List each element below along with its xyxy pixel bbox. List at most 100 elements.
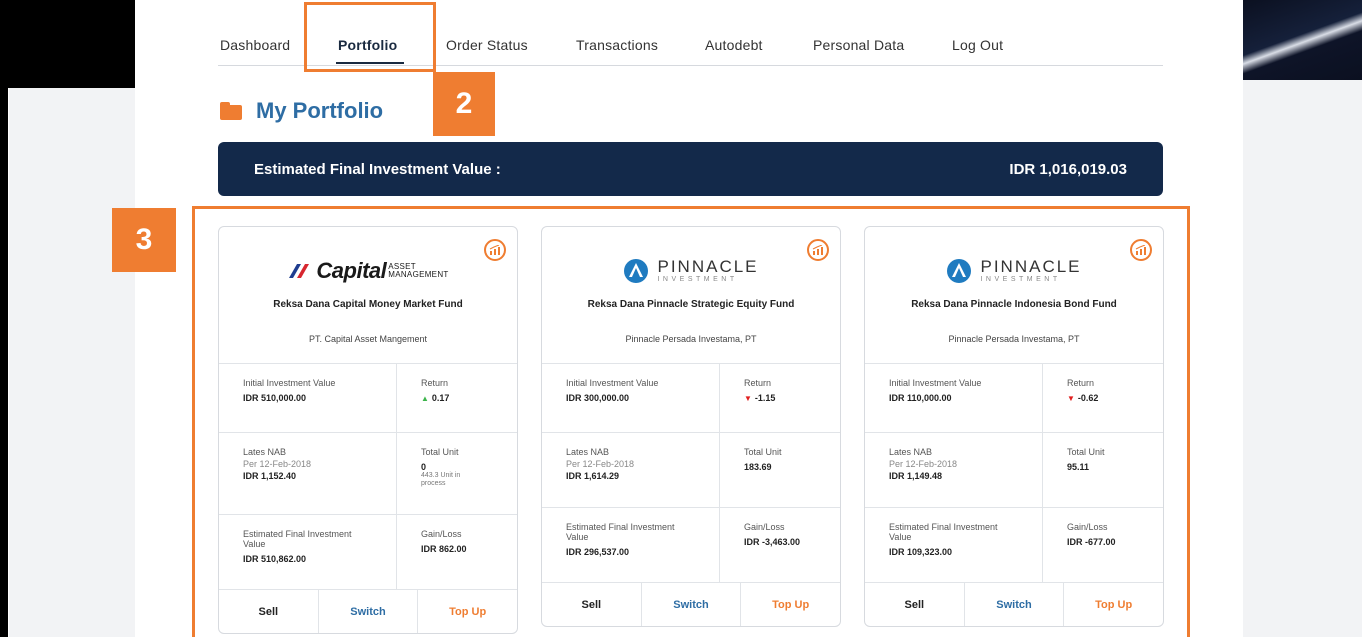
screen-frame-left <box>0 0 8 637</box>
gainloss-label: Gain/Loss <box>1067 522 1108 532</box>
gainloss-value: IDR -3,463.00 <box>744 537 801 547</box>
sell-button[interactable]: Sell <box>542 583 642 626</box>
return-value: -1.15 <box>754 393 776 403</box>
initial-label: Initial Investment Value <box>566 378 659 388</box>
page-background-right <box>1243 80 1362 637</box>
top-up-button[interactable]: Top Up <box>1064 583 1163 626</box>
folder-icon <box>220 102 242 120</box>
total-unit-value: 183.69 <box>744 462 772 472</box>
unit-in-process-note: 443.3 Unit in process <box>421 472 461 487</box>
switch-button[interactable]: Switch <box>319 590 419 633</box>
logo-word: Capital <box>316 258 387 283</box>
chart-icon[interactable] <box>1130 239 1152 261</box>
total-unit-label: Total Unit <box>744 447 782 457</box>
fund-manager: PT. Capital Asset Mangement <box>308 334 428 344</box>
total-unit-label: Total Unit <box>1067 447 1105 457</box>
page-background-left <box>9 88 135 637</box>
nab-date: Per 12-Feb-2018 <box>889 459 958 469</box>
gainloss-value: IDR 862.00 <box>421 544 467 554</box>
nav-autodebt[interactable]: Autodebt <box>705 37 763 53</box>
triangle-down-icon: ▼ <box>1067 394 1075 403</box>
page-header: My Portfolio <box>220 96 383 126</box>
fund-row-nab: Lates NAB Per 12-Feb-2018 IDR 1,152.40 T… <box>219 433 517 515</box>
nab-value: IDR 1,614.29 <box>566 471 620 481</box>
fund-row-estimated: Estimated Final Investment Value IDR 296… <box>542 508 840 583</box>
nab-label: Lates NAB <box>566 447 610 457</box>
fund-manager: Pinnacle Persada Investama, PT <box>625 334 757 344</box>
fund-card: PINNACLE INVESTMENT Reksa Dana Pinnacle … <box>541 226 841 627</box>
nav-transactions[interactable]: Transactions <box>576 37 658 53</box>
gainloss-label: Gain/Loss <box>744 522 785 532</box>
logo-sub-bottom: MANAGEMENT <box>388 270 449 279</box>
logo-word: PINNACLE <box>657 257 759 276</box>
fund-row-nab: Lates NAB Per 12-Feb-2018 IDR 1,149.48 T… <box>865 433 1163 508</box>
sell-button[interactable]: Sell <box>219 590 319 633</box>
logo-sub: INVESTMENT <box>980 276 1061 283</box>
nav-log-out[interactable]: Log Out <box>952 37 1003 53</box>
switch-button[interactable]: Switch <box>965 583 1065 626</box>
initial-value: IDR 110,000.00 <box>889 393 952 403</box>
fund-card-header: Capital ASSET MANAGEMENT Reksa Dana Capi… <box>219 227 517 364</box>
return-value: -0.62 <box>1077 393 1099 403</box>
initial-value: IDR 510,000.00 <box>243 393 307 403</box>
return-label: Return <box>421 378 449 388</box>
nav-personal-data[interactable]: Personal Data <box>813 37 904 53</box>
fund-actions: Sell Switch Top Up <box>219 590 517 633</box>
fund-row-investment: Initial Investment Value IDR 300,000.00 … <box>542 364 840 433</box>
nav-dashboard[interactable]: Dashboard <box>220 37 290 53</box>
chart-icon[interactable] <box>484 239 506 261</box>
page-title: My Portfolio <box>256 98 384 123</box>
sell-button[interactable]: Sell <box>865 583 965 626</box>
fund-row-investment: Initial Investment Value IDR 510,000.00 … <box>219 364 517 433</box>
background-decoration <box>1243 0 1362 80</box>
fund-row-estimated: Estimated Final Investment Value IDR 109… <box>865 508 1163 583</box>
chart-icon[interactable] <box>807 239 829 261</box>
return-label: Return <box>1067 378 1095 388</box>
return-value: 0.17 <box>431 393 450 403</box>
fund-manager: Pinnacle Persada Investama, PT <box>948 334 1080 344</box>
callout-highlight-portfolio-tab <box>304 2 436 72</box>
fund-name: Reksa Dana Pinnacle Indonesia Bond Fund <box>911 299 1117 310</box>
nab-label: Lates NAB <box>889 447 933 457</box>
screen-frame-top-left <box>0 0 135 88</box>
fund-name: Reksa Dana Pinnacle Strategic Equity Fun… <box>587 299 795 310</box>
estimated-value: IDR 296,537.00 <box>566 547 630 557</box>
triangle-up-icon: ▲ <box>421 394 429 403</box>
fund-card: PINNACLE INVESTMENT Reksa Dana Pinnacle … <box>864 226 1164 627</box>
fund-row-estimated: Estimated Final Investment Value IDR 510… <box>219 515 517 590</box>
pinnacle-logo-icon <box>947 259 972 283</box>
fund-actions: Sell Switch Top Up <box>865 583 1163 626</box>
nab-value: IDR 1,149.48 <box>889 471 943 481</box>
fund-row-nab: Lates NAB Per 12-Feb-2018 IDR 1,614.29 T… <box>542 433 840 508</box>
estimated-value-banner: Estimated Final Investment Value : IDR 1… <box>218 142 1163 196</box>
total-unit-value: 0 <box>421 462 427 472</box>
fund-card: Capital ASSET MANAGEMENT Reksa Dana Capi… <box>218 226 518 634</box>
total-unit-label: Total Unit <box>421 447 459 457</box>
estimated-label: Estimated Final Investment Value <box>566 522 675 542</box>
initial-label: Initial Investment Value <box>243 378 336 388</box>
callout-badge-3: 3 <box>112 208 176 272</box>
gainloss-label: Gain/Loss <box>421 529 462 539</box>
nab-value: IDR 1,152.40 <box>243 471 297 481</box>
initial-value: IDR 300,000.00 <box>566 393 630 403</box>
estimated-value: IDR 510,862.00 <box>243 554 307 564</box>
top-up-button[interactable]: Top Up <box>741 583 840 626</box>
nav-order-status[interactable]: Order Status <box>446 37 528 53</box>
fund-card-header: PINNACLE INVESTMENT Reksa Dana Pinnacle … <box>865 227 1163 364</box>
return-label: Return <box>744 378 772 388</box>
callout-badge-2: 2 <box>433 72 495 136</box>
fund-logo: PINNACLE INVESTMENT <box>865 255 1163 287</box>
logo-sub: INVESTMENT <box>657 276 738 283</box>
fund-card-header: PINNACLE INVESTMENT Reksa Dana Pinnacle … <box>542 227 840 364</box>
fund-name: Reksa Dana Capital Money Market Fund <box>273 299 463 310</box>
fund-row-investment: Initial Investment Value IDR 110,000.00 … <box>865 364 1163 433</box>
triangle-down-icon: ▼ <box>744 394 752 403</box>
switch-button[interactable]: Switch <box>642 583 742 626</box>
pinnacle-logo-icon <box>624 259 649 283</box>
nab-date: Per 12-Feb-2018 <box>243 459 312 469</box>
estimated-value-label: Estimated Final Investment Value : <box>254 161 501 178</box>
logo-word: PINNACLE <box>980 257 1082 276</box>
top-up-button[interactable]: Top Up <box>418 590 517 633</box>
nab-date: Per 12-Feb-2018 <box>566 459 635 469</box>
fund-logo: PINNACLE INVESTMENT <box>542 255 840 287</box>
